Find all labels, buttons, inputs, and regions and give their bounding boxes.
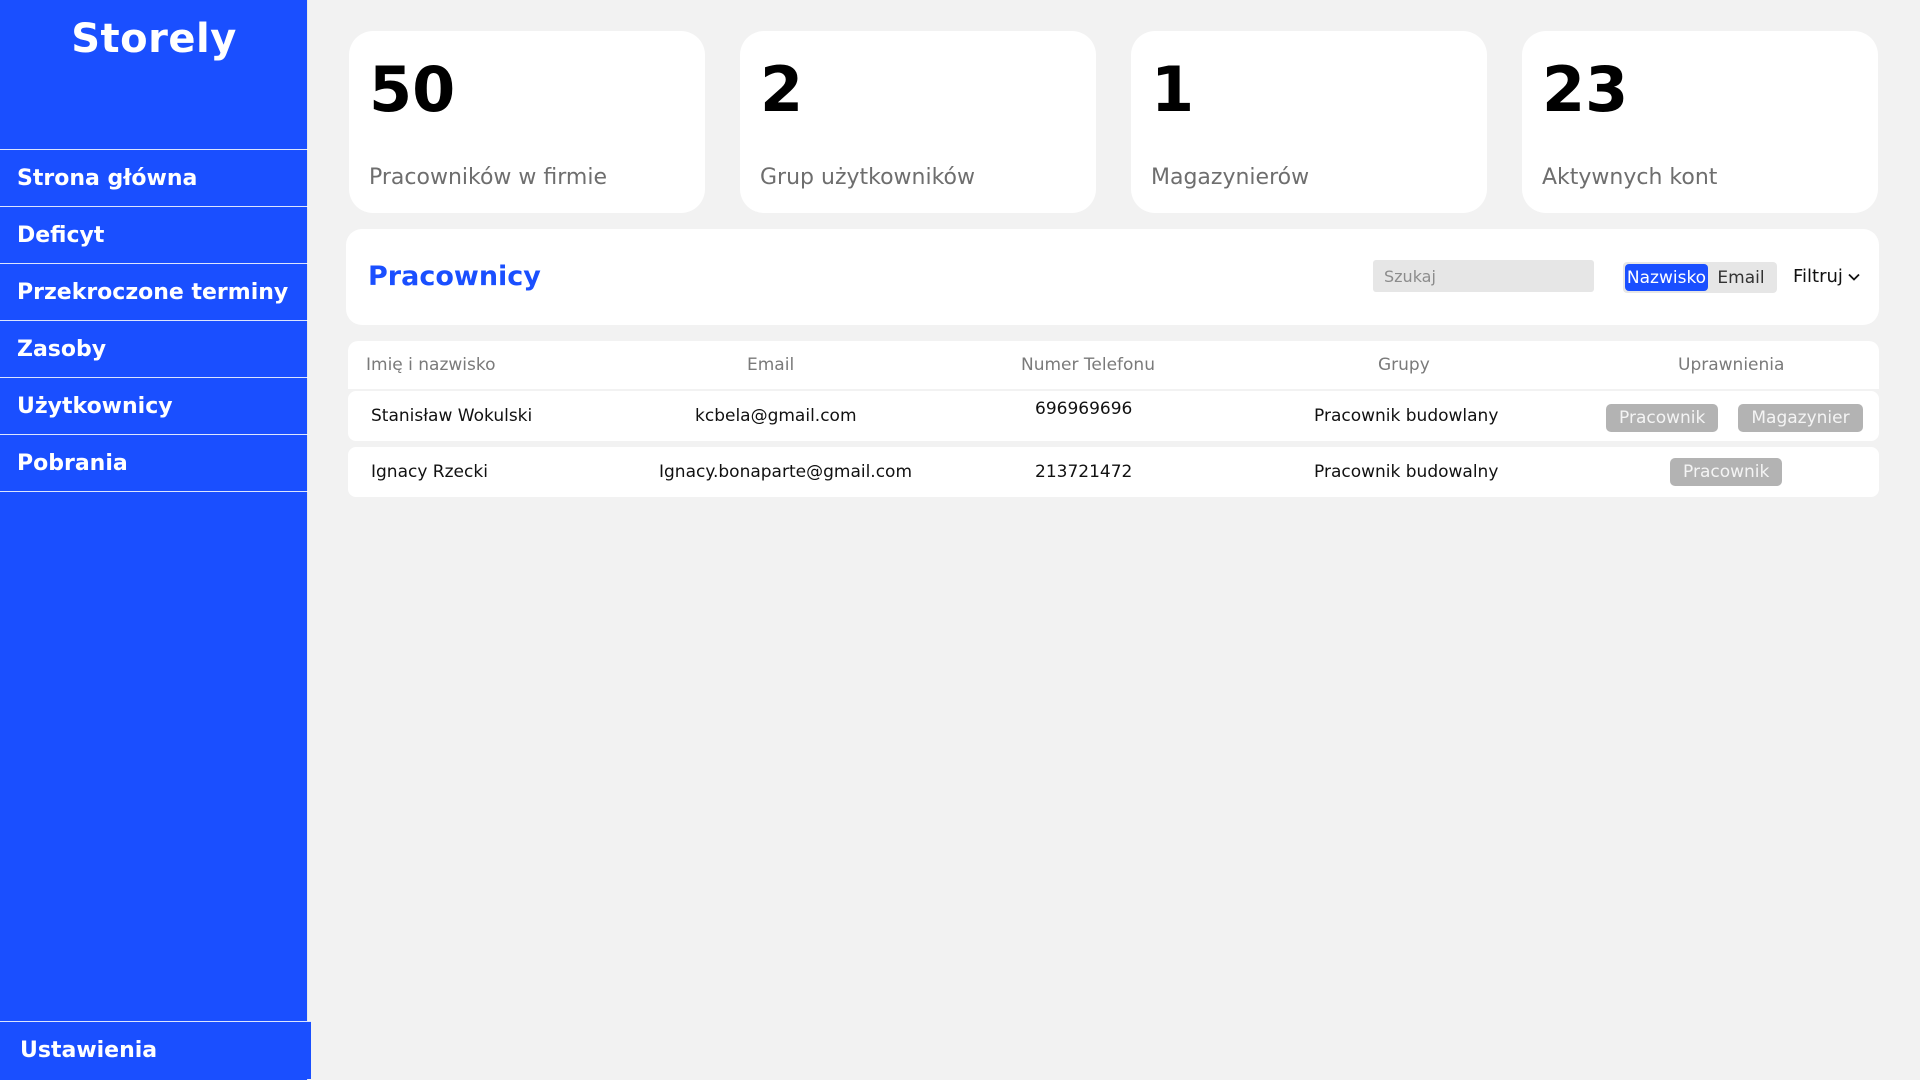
sidebar-item-deficit[interactable]: Deficyt	[0, 207, 308, 264]
search-mode-surname[interactable]: Nazwisko	[1625, 264, 1708, 291]
sidebar: Storely Strona główna Deficyt Przekroczo…	[0, 0, 311, 1080]
search-mode-email[interactable]: Email	[1708, 264, 1774, 291]
cell-phone: 696969696	[1035, 399, 1133, 419]
cell-permissions: Pracownik	[1670, 447, 1783, 497]
table-header: Imię i nazwisko Email Numer Telefonu Gru…	[348, 341, 1879, 389]
sidebar-item-label: Przekroczone terminy	[17, 279, 289, 305]
stat-card-warehouse-workers: 1 Magazynierów	[1131, 31, 1487, 213]
cell-permissions: Pracownik Magazynier	[1606, 393, 1863, 443]
sidebar-item-overdue[interactable]: Przekroczone terminy	[0, 264, 308, 321]
stat-value: 23	[1542, 53, 1629, 126]
sidebar-item-label: Pobrania	[17, 450, 128, 476]
table-row[interactable]: Ignacy Rzecki Ignacy.bonaparte@gmail.com…	[348, 447, 1879, 497]
cell-phone: 213721472	[1035, 462, 1133, 482]
permission-badge: Magazynier	[1738, 404, 1863, 432]
filter-dropdown[interactable]: Filtruj	[1793, 266, 1861, 287]
stat-card-employees: 50 Pracowników w firmie	[349, 31, 705, 213]
column-header-name: Imię i nazwisko	[366, 355, 496, 375]
permission-badge: Pracownik	[1670, 458, 1783, 486]
sidebar-item-label: Użytkownicy	[17, 393, 173, 419]
sidebar-item-label: Deficyt	[17, 222, 105, 248]
sidebar-item-home[interactable]: Strona główna	[0, 150, 308, 207]
stat-card-active-accounts: 23 Aktywnych kont	[1522, 31, 1878, 213]
sidebar-item-users[interactable]: Użytkownicy	[0, 378, 308, 435]
column-header-email: Email	[747, 355, 795, 375]
search-mode-toggle: Nazwisko Email	[1623, 262, 1777, 293]
stat-label: Aktywnych kont	[1542, 165, 1718, 190]
cell-name: Ignacy Rzecki	[371, 462, 488, 482]
stat-value: 50	[369, 53, 456, 126]
stat-card-user-groups: 2 Grup użytkowników	[740, 31, 1096, 213]
chevron-down-icon	[1848, 273, 1860, 281]
cell-group: Pracownik budowlany	[1314, 406, 1499, 426]
stat-value: 2	[760, 53, 804, 126]
permission-badge: Pracownik	[1606, 404, 1719, 432]
table-row[interactable]: Stanisław Wokulski kcbela@gmail.com 6969…	[348, 391, 1879, 441]
sidebar-item-settings[interactable]: Ustawienia	[0, 1021, 311, 1079]
sidebar-item-downloads[interactable]: Pobrania	[0, 435, 308, 492]
sidebar-nav: Strona główna Deficyt Przekroczone termi…	[0, 149, 308, 492]
sidebar-item-label: Zasoby	[17, 336, 107, 362]
app-logo: Storely	[71, 16, 237, 62]
sidebar-item-resources[interactable]: Zasoby	[0, 321, 308, 378]
page-title: Pracownicy	[368, 261, 541, 292]
cell-group: Pracownik budowalny	[1314, 462, 1499, 482]
column-header-groups: Grupy	[1378, 355, 1430, 375]
stat-label: Magazynierów	[1151, 165, 1310, 190]
column-header-permissions: Uprawnienia	[1678, 355, 1785, 375]
employees-panel-header: Pracownicy Nazwisko Email Filtruj	[346, 229, 1879, 325]
cell-name: Stanisław Wokulski	[371, 406, 533, 426]
cell-email: kcbela@gmail.com	[695, 406, 857, 426]
filter-label: Filtruj	[1793, 266, 1843, 287]
stat-label: Grup użytkowników	[760, 165, 976, 190]
stat-value: 1	[1151, 53, 1195, 126]
sidebar-item-label: Ustawienia	[20, 1038, 158, 1063]
stat-label: Pracowników w firmie	[369, 165, 607, 190]
column-header-phone: Numer Telefonu	[1021, 355, 1155, 375]
search-input[interactable]	[1373, 260, 1594, 292]
sidebar-item-label: Strona główna	[17, 165, 198, 191]
cell-email: Ignacy.bonaparte@gmail.com	[659, 462, 913, 482]
